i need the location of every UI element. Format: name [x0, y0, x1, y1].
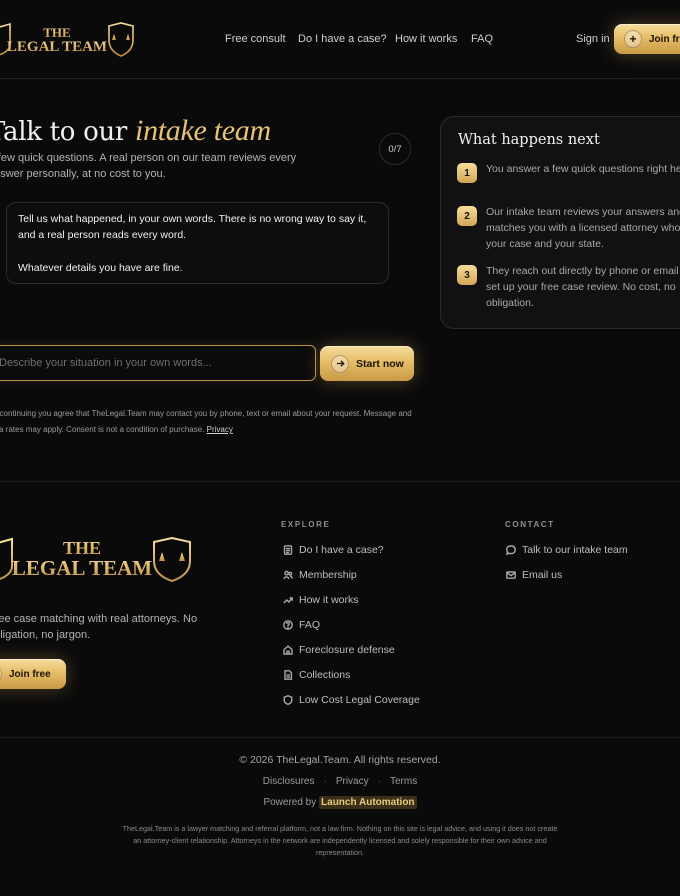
footer-link-membership[interactable]: Membership	[283, 569, 357, 581]
copyright: © 2026 TheLegal.Team. All rights reserve…	[239, 754, 441, 766]
users-icon	[283, 570, 293, 580]
shield-icon	[283, 695, 293, 705]
step-number: 3	[457, 265, 477, 285]
footer-link-low-cost-legal-coverage[interactable]: Low Cost Legal Coverage	[283, 694, 420, 706]
arrow-right-icon	[331, 354, 349, 373]
join-free-button[interactable]: + Join free	[614, 24, 680, 54]
powered-by: Powered by Launch Automation	[0, 796, 680, 809]
progress-counter: 0/7	[379, 133, 411, 165]
footer-link-label: Collections	[299, 669, 351, 681]
start-now-label: Start now	[356, 357, 404, 370]
message-line-2: Whatever details you have are fine.	[18, 262, 183, 274]
consent-notice: By continuing you agree that TheLegal.Te…	[0, 406, 418, 438]
footer-link-label: Foreclosure defense	[299, 644, 395, 656]
footer-link-email-us[interactable]: Email us	[506, 569, 562, 581]
footer-tagline: Free case matching with real attorneys. …	[0, 613, 198, 641]
file-text-icon	[284, 670, 293, 680]
sign-in-link[interactable]: Sign in	[576, 33, 610, 45]
situation-input-wrapper	[0, 345, 316, 381]
powered-by-prefix: Powered by	[263, 797, 317, 808]
trending-up-icon	[283, 597, 293, 604]
nav-do-i-have-a-case[interactable]: Do I have a case?	[298, 33, 387, 45]
document-icon	[283, 545, 293, 555]
site-logo[interactable]: THE LEGAL TEAM	[0, 20, 134, 58]
hero-title: Talk to our intake team	[0, 114, 271, 148]
footer-link-label: Talk to our intake team	[522, 544, 628, 556]
start-now-button[interactable]: Start now	[320, 346, 414, 381]
join-free-label: Join free	[649, 33, 680, 45]
footer-link-label: Low Cost Legal Coverage	[299, 694, 420, 706]
hero-subtitle: A few quick questions. A real person on …	[0, 152, 297, 180]
svg-text:THE: THE	[63, 538, 101, 558]
footer-divider	[0, 481, 680, 482]
message-line-1: Tell us what happened, in your own words…	[18, 213, 367, 241]
contact-heading: CONTACT	[505, 520, 555, 529]
step-number: 1	[457, 163, 477, 183]
footer-logo[interactable]: THE LEGAL TEAM	[0, 534, 194, 584]
step-number: 2	[457, 206, 477, 226]
footer-link-do-i-have-a-case[interactable]: Do I have a case?	[283, 544, 384, 556]
help-circle-icon	[283, 620, 293, 630]
footer-link-label: FAQ	[299, 619, 321, 631]
site-header: THE LEGAL TEAM Free consult Do I have a …	[0, 0, 680, 79]
step-text: Our intake team reviews your answers and…	[486, 206, 680, 250]
nav-how-it-works[interactable]: How it works	[395, 33, 457, 45]
footer-join-free-label: Join free	[9, 668, 51, 680]
footer-link-collections[interactable]: Collections	[283, 669, 350, 681]
footer-bottom-divider	[0, 737, 680, 738]
step-text: You answer a few quick questions right h…	[486, 163, 680, 175]
card-title: What happens next	[458, 132, 600, 148]
step-text: They reach out directly by phone or emai…	[486, 265, 680, 309]
legal-disclaimer: TheLegal.Team is a lawyer matching and r…	[122, 824, 558, 857]
intake-message-bubble: Tell us what happened, in your own words…	[6, 202, 389, 284]
what-happens-next-card: What happens next 1 You answer a few qui…	[440, 116, 680, 329]
footer-link-faq[interactable]: FAQ	[283, 619, 320, 631]
privacy-footer-link[interactable]: Privacy	[336, 776, 369, 787]
disclosures-link[interactable]: Disclosures	[263, 776, 315, 787]
footer-link-how-it-works[interactable]: How it works	[283, 594, 359, 606]
footer-link-label: Membership	[299, 569, 357, 581]
separator-dot: ·	[323, 776, 327, 787]
launch-automation-link[interactable]: Launch Automation	[319, 796, 417, 809]
home-icon	[283, 645, 293, 655]
legal-links: Disclosures · Privacy · Terms	[0, 776, 680, 787]
explore-heading: EXPLORE	[281, 520, 331, 529]
hero-title-main: Talk to our	[0, 117, 136, 147]
chat-icon	[506, 545, 516, 555]
footer-link-talk-to-intake[interactable]: Talk to our intake team	[506, 544, 628, 556]
footer-link-label: Do I have a case?	[299, 544, 384, 556]
mail-icon	[506, 571, 516, 579]
hero-title-accent: intake team	[135, 114, 271, 147]
plus-icon: +	[624, 30, 642, 48]
privacy-link[interactable]: Privacy	[207, 425, 233, 434]
nav-faq[interactable]: FAQ	[471, 33, 493, 45]
plus-icon: +	[0, 665, 2, 683]
svg-text:THE: THE	[43, 25, 70, 40]
separator-dot: ·	[377, 776, 381, 787]
nav-free-consult[interactable]: Free consult	[225, 33, 286, 45]
footer-link-label: How it works	[299, 594, 359, 606]
footer-join-free-button[interactable]: + Join free	[0, 659, 66, 689]
footer-link-label: Email us	[522, 569, 563, 581]
terms-link[interactable]: Terms	[390, 776, 417, 787]
footer-link-foreclosure-defense[interactable]: Foreclosure defense	[283, 644, 395, 656]
svg-text:LEGAL TEAM: LEGAL TEAM	[12, 556, 152, 580]
svg-text:LEGAL TEAM: LEGAL TEAM	[7, 39, 107, 55]
situation-input[interactable]	[0, 346, 315, 380]
